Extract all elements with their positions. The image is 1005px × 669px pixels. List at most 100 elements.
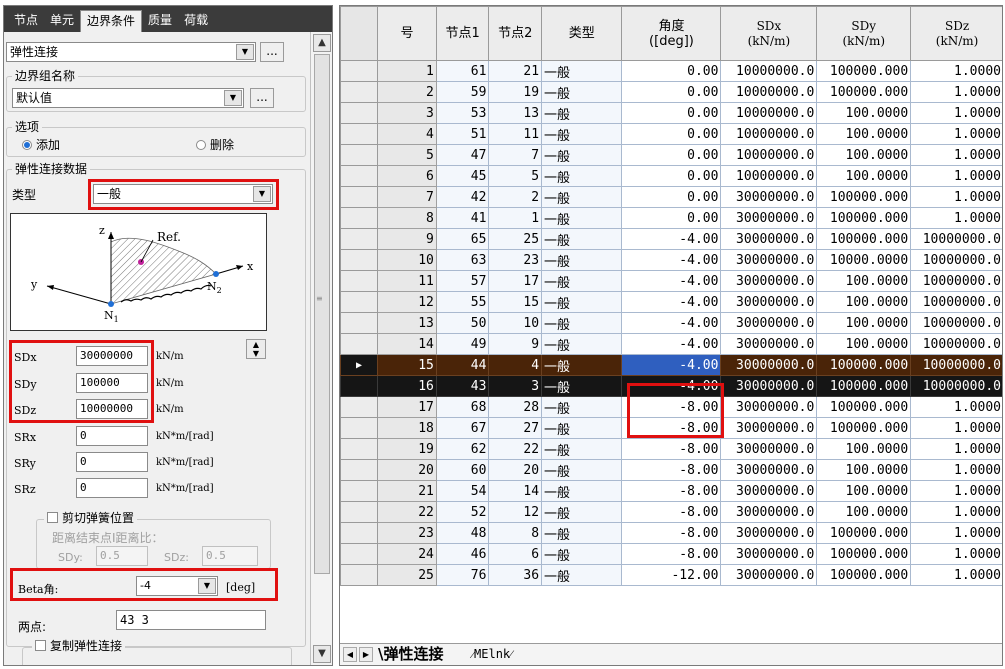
row-selector[interactable] (340, 228, 379, 250)
row-selector[interactable] (340, 480, 379, 502)
cell-no[interactable]: 2 (377, 81, 437, 103)
function-more-button[interactable]: ... (260, 42, 284, 62)
cell-node2[interactable]: 8 (488, 522, 543, 544)
cell-node1[interactable]: 62 (435, 438, 490, 460)
cell-sdy[interactable]: 100000.000 (816, 543, 912, 565)
cell-sdx[interactable]: 30000000.0 (720, 417, 818, 439)
col-header-sdy[interactable]: SDy (kN/m) (816, 6, 912, 61)
table-row[interactable]: 9 65 25 一般 -4.00 30000000.0 100000.000 10000000… (340, 228, 1002, 250)
function-select[interactable]: 弹性连接 ▼ (6, 42, 256, 62)
cell-sdx[interactable]: 30000000.0 (720, 312, 818, 334)
cell-sdz[interactable]: 10000000.0 (910, 270, 1002, 292)
cell-type[interactable]: 一般 (541, 249, 623, 271)
cell-no[interactable]: 12 (377, 291, 437, 313)
cell-sdy[interactable]: 100000.000 (816, 396, 912, 418)
cell-angle[interactable]: -4.00 (621, 249, 722, 271)
cell-sdy[interactable]: 100.0000 (816, 102, 912, 124)
cell-sdy[interactable]: 100.0000 (816, 291, 912, 313)
cell-no[interactable]: 5 (377, 144, 437, 166)
cell-type[interactable]: 一般 (541, 144, 623, 166)
cell-node2[interactable]: 10 (488, 312, 543, 334)
cell-type[interactable]: 一般 (541, 354, 623, 376)
chevron-down-icon[interactable]: ▼ (224, 90, 242, 106)
cell-sdx[interactable]: 30000000.0 (720, 207, 818, 229)
row-selector[interactable] (340, 270, 379, 292)
cell-node1[interactable]: 42 (435, 186, 490, 208)
cell-node1[interactable]: 61 (435, 60, 490, 82)
cell-angle[interactable]: 0.00 (621, 81, 722, 103)
row-selector[interactable] (340, 249, 379, 271)
cell-node1[interactable]: 60 (435, 459, 490, 481)
cell-sdz[interactable]: 1.0000 (910, 123, 1002, 145)
cell-no[interactable]: 9 (377, 228, 437, 250)
col-header-sdx[interactable]: SDx (kN/m) (720, 6, 818, 61)
cell-node2[interactable]: 2 (488, 186, 543, 208)
cell-type[interactable]: 一般 (541, 270, 623, 292)
table-row[interactable]: 2 59 19 一般 0.00 10000000.0 100000.000 1.0000 (340, 81, 1002, 103)
cell-angle[interactable]: 0.00 (621, 123, 722, 145)
cell-type[interactable]: 一般 (541, 438, 623, 460)
cell-sdy[interactable]: 100000.000 (816, 564, 912, 586)
cell-sdx[interactable]: 10000000.0 (720, 144, 818, 166)
sheet-next-icon[interactable]: ▶ (359, 647, 373, 662)
cell-angle[interactable]: -4.00 (621, 354, 722, 376)
cell-sdx[interactable]: 30000000.0 (720, 459, 818, 481)
cell-node1[interactable]: 68 (435, 396, 490, 418)
cell-node1[interactable]: 46 (435, 543, 490, 565)
tab-mass[interactable]: 质量 (142, 10, 178, 32)
cell-no[interactable]: 18 (377, 417, 437, 439)
cell-sdy[interactable]: 100.0000 (816, 312, 912, 334)
table-row[interactable]: 1 61 21 一般 0.00 10000000.0 100000.000 1.0000 (340, 60, 1002, 82)
table-row[interactable]: 12 55 15 一般 -4.00 30000000.0 100.0000 10000000.… (340, 291, 1002, 313)
cell-type[interactable]: 一般 (541, 522, 623, 544)
cell-angle[interactable]: -8.00 (621, 543, 722, 565)
table-row[interactable]: 11 57 17 一般 -4.00 30000000.0 100.0000 10000000.… (340, 270, 1002, 292)
cell-node1[interactable]: 43 (435, 375, 490, 397)
cell-node2[interactable]: 17 (488, 270, 543, 292)
cell-no[interactable]: 14 (377, 333, 437, 355)
cell-sdz[interactable]: 10000000.0 (910, 249, 1002, 271)
cell-sdy[interactable]: 100.0000 (816, 438, 912, 460)
cell-node1[interactable]: 54 (435, 480, 490, 502)
cell-node1[interactable]: 63 (435, 249, 490, 271)
row-selector[interactable] (340, 396, 379, 418)
left-scrollbar[interactable]: ▲ ≡ ▼ (310, 32, 332, 665)
cell-angle[interactable]: -8.00 (621, 480, 722, 502)
cell-node1[interactable]: 45 (435, 165, 490, 187)
cell-sdz[interactable]: 1.0000 (910, 543, 1002, 565)
cell-sdz[interactable]: 1.0000 (910, 522, 1002, 544)
cell-sdy[interactable]: 100.0000 (816, 144, 912, 166)
cell-sdx[interactable]: 10000000.0 (720, 165, 818, 187)
scroll-down-icon[interactable]: ▼ (313, 645, 331, 663)
tab-boundary[interactable]: 边界条件 (80, 10, 143, 32)
cell-node1[interactable]: 67 (435, 417, 490, 439)
cell-sdy[interactable]: 100000.000 (816, 354, 912, 376)
cell-type[interactable]: 一般 (541, 165, 623, 187)
cell-no[interactable]: 22 (377, 501, 437, 523)
cell-sdy[interactable]: 100000.000 (816, 81, 912, 103)
shear-spring-checkbox[interactable]: 剪切弹簧位置 (44, 511, 138, 525)
cell-node2[interactable]: 21 (488, 60, 543, 82)
cell-sdx[interactable]: 30000000.0 (720, 396, 818, 418)
cell-angle[interactable]: 0.00 (621, 144, 722, 166)
cell-node2[interactable]: 22 (488, 438, 543, 460)
cell-no[interactable]: 1 (377, 60, 437, 82)
select-all-corner[interactable] (340, 6, 379, 61)
cell-type[interactable]: 一般 (541, 123, 623, 145)
boundary-group-select[interactable]: 默认值 ▼ (12, 88, 244, 108)
cell-type[interactable]: 一般 (541, 81, 623, 103)
cell-no[interactable]: 19 (377, 438, 437, 460)
cell-node2[interactable]: 25 (488, 228, 543, 250)
cell-node1[interactable]: 57 (435, 270, 490, 292)
col-header-no[interactable]: 号 (377, 6, 437, 61)
row-selector[interactable] (340, 333, 379, 355)
cell-no[interactable]: 21 (377, 480, 437, 502)
cell-node1[interactable]: 44 (435, 354, 490, 376)
cell-node2[interactable]: 9 (488, 333, 543, 355)
table-row[interactable]: ▶ 15 44 4 一般 -4.00 30000000.0 100000.000 1000000… (340, 354, 1002, 376)
row-selector[interactable] (340, 81, 379, 103)
table-row[interactable]: 20 60 20 一般 -8.00 30000000.0 100.0000 1.0000 (340, 459, 1002, 481)
cell-node2[interactable]: 14 (488, 480, 543, 502)
boundary-group-more-button[interactable]: ... (250, 88, 274, 108)
cell-type[interactable]: 一般 (541, 501, 623, 523)
